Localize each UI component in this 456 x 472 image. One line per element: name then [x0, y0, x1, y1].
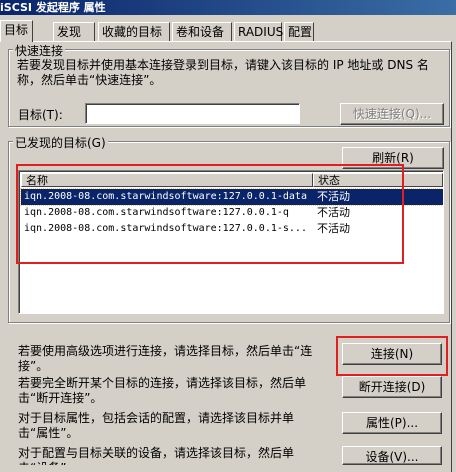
tab-targets[interactable]: 目标: [0, 20, 33, 42]
disconnect-button[interactable]: 断开连接(D): [342, 376, 442, 398]
quick-connect-legend: 快速连接: [13, 42, 66, 59]
tab-discovery[interactable]: 发现: [53, 22, 95, 41]
devices-button[interactable]: 设备(V)...: [342, 446, 442, 465]
quick-connect-button[interactable]: 快速连接(Q)...: [340, 103, 444, 125]
tab-favorite-targets[interactable]: 收藏的目标: [98, 22, 170, 41]
disconnect-description: 若要完全断开某个目标的连接，请选择该目标，然后单击“断开连接”。: [18, 376, 307, 405]
window-title: iSCSI 发起程序 属性: [0, 0, 456, 15]
target-input[interactable]: [85, 103, 300, 124]
tab-radius[interactable]: RADIUS: [234, 22, 283, 41]
devices-description: 对于配置与目标关联的设备，请选择该目标，然后单击“设备”。: [18, 446, 295, 465]
discovered-targets-legend: 已发现的目标(G): [13, 134, 108, 151]
target-label: 目标(T):: [18, 108, 63, 122]
connect-description: 若要使用高级选项进行连接，请选择目标，然后单击“连接”。: [18, 344, 313, 373]
properties-button[interactable]: 属性(P)...: [342, 412, 442, 434]
quick-connect-description: 若要发现目标并使用基本连接登录到目标，请键入该目标的 IP 地址或 DNS 名称…: [17, 58, 429, 87]
tab-configuration[interactable]: 配置: [284, 22, 314, 41]
tab-volumes-devices[interactable]: 卷和设备: [172, 22, 232, 41]
highlight-box-target-list: [16, 164, 404, 264]
connect-button[interactable]: 连接(N): [342, 343, 442, 365]
properties-description: 对于目标属性，包括会话的配置，请选择该目标并单击“属性”。: [18, 411, 295, 440]
